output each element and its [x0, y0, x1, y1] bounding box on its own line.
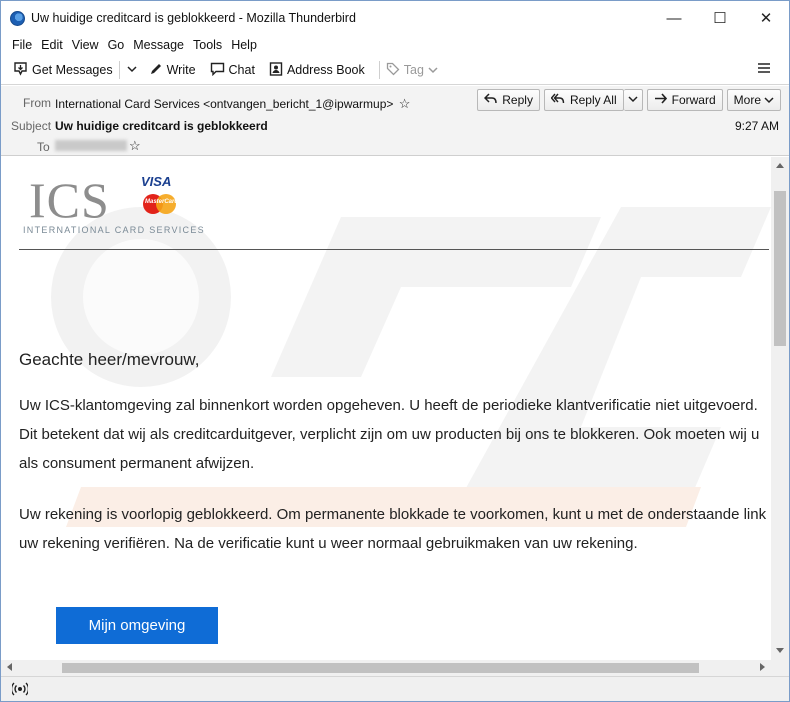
scroll-right-icon[interactable]: [760, 663, 766, 673]
scroll-up-icon[interactable]: [776, 161, 784, 170]
status-bar: [1, 676, 789, 701]
chevron-down-icon: [628, 95, 638, 106]
tag-button[interactable]: Tag: [386, 58, 438, 82]
reply-label: Reply: [502, 93, 533, 107]
close-button[interactable]: ✕: [743, 1, 789, 35]
subject-label: Subject: [11, 119, 52, 133]
menu-tools[interactable]: Tools: [193, 38, 222, 52]
tag-label: Tag: [403, 63, 424, 77]
reply-all-button[interactable]: Reply All: [543, 89, 624, 111]
reply-all-arrow-icon: [550, 93, 565, 107]
app-menu-icon[interactable]: [757, 60, 771, 80]
from-value[interactable]: International Card Services <ontvangen_b…: [55, 96, 410, 112]
download-icon: [13, 61, 28, 79]
chat-button[interactable]: Chat: [210, 58, 255, 82]
forward-label: Forward: [671, 93, 716, 107]
minimize-button[interactable]: —: [651, 1, 697, 35]
star-icon[interactable]: ☆: [129, 138, 141, 154]
reply-button[interactable]: Reply: [477, 89, 540, 111]
get-messages-button[interactable]: Get Messages: [13, 58, 113, 82]
menu-go[interactable]: Go: [108, 38, 125, 52]
address-book-icon: [269, 61, 283, 79]
address-book-label: Address Book: [286, 63, 365, 77]
horizontal-scroll-thumb[interactable]: [62, 663, 699, 673]
mastercard-logo: MasterCard: [143, 194, 179, 214]
window-title: Uw huidige creditcard is geblokkeerd - M…: [31, 11, 356, 25]
reply-all-label: Reply All: [569, 93, 617, 107]
sender-address: International Card Services <ontvangen_b…: [55, 97, 394, 111]
toolbar-divider: [378, 61, 380, 79]
horizontal-scrollbar[interactable]: [1, 660, 771, 676]
write-label: Write: [166, 63, 196, 77]
menu-view[interactable]: View: [72, 38, 99, 52]
from-label: From: [23, 96, 51, 110]
write-button[interactable]: Write: [149, 58, 196, 82]
menu-edit[interactable]: Edit: [41, 38, 63, 52]
message-header: From International Card Services <ontvan…: [1, 86, 789, 156]
more-label: More: [733, 93, 761, 107]
reply-arrow-icon: [484, 93, 498, 107]
chevron-down-icon: [764, 93, 774, 107]
window-controls: — ☐ ✕: [651, 1, 789, 35]
ics-logo: ICS VISA MasterCard INTERNATIONAL CARD S…: [23, 169, 204, 239]
scroll-down-icon[interactable]: [776, 647, 784, 656]
tag-dropdown-icon: [428, 63, 438, 77]
thunderbird-window: Uw huidige creditcard is geblokkeerd - M…: [0, 0, 790, 702]
main-toolbar: Get Messages Write Chat Address Book Tag: [1, 56, 789, 85]
toolbar-divider: [118, 61, 120, 79]
divider: [19, 249, 769, 250]
menu-bar: File Edit View Go Message Tools Help: [1, 35, 789, 55]
scroll-left-icon[interactable]: [6, 663, 12, 673]
forward-arrow-icon: [654, 93, 667, 107]
message-body: ICS VISA MasterCard INTERNATIONAL CARD S…: [1, 157, 771, 660]
menu-file[interactable]: File: [12, 38, 32, 52]
reply-all-dropdown-button[interactable]: [623, 89, 643, 111]
message-time: 9:27 AM: [734, 119, 779, 133]
mastercard-text: MasterCard: [145, 199, 179, 205]
to-value-redacted[interactable]: [55, 140, 127, 151]
email-paragraph-2: Uw rekening is voorlopig geblokkeerd. Om…: [19, 506, 767, 552]
vertical-scrollbar[interactable]: [771, 157, 789, 660]
pencil-icon: [149, 62, 163, 79]
ics-logo-text: ICS: [29, 172, 110, 228]
menu-message[interactable]: Message: [133, 38, 184, 52]
get-messages-label: Get Messages: [32, 63, 113, 77]
chat-label: Chat: [228, 63, 255, 77]
tag-icon: [386, 62, 400, 79]
more-button[interactable]: More: [726, 89, 781, 111]
subject-value: Uw huidige creditcard is geblokkeerd: [55, 119, 268, 133]
to-label: To: [37, 140, 50, 154]
thunderbird-app-icon: [10, 10, 25, 26]
visa-logo: VISA: [141, 174, 172, 189]
email-greeting: Geachte heer/mevrouw,: [19, 350, 200, 369]
star-icon[interactable]: ☆: [399, 96, 411, 111]
maximize-button[interactable]: ☐: [697, 1, 743, 35]
title-bar: Uw huidige creditcard is geblokkeerd - M…: [1, 1, 789, 35]
get-messages-dropdown-icon[interactable]: [127, 65, 137, 76]
address-book-button[interactable]: Address Book: [269, 58, 365, 82]
ics-logo-subtitle: INTERNATIONAL CARD SERVICES: [23, 225, 205, 235]
chat-bubble-icon: [210, 62, 225, 79]
reply-buttons: Reply Reply All Forward More: [473, 89, 781, 111]
mijn-omgeving-button[interactable]: Mijn omgeving: [56, 607, 218, 644]
vertical-scroll-thumb[interactable]: [774, 191, 786, 346]
scrollbar-corner: [771, 660, 789, 676]
email-paragraph-1: Uw ICS-klantomgeving zal binnenkort word…: [19, 397, 760, 472]
online-status-icon[interactable]: [10, 682, 30, 699]
menu-help[interactable]: Help: [231, 38, 257, 52]
forward-button[interactable]: Forward: [646, 89, 723, 111]
